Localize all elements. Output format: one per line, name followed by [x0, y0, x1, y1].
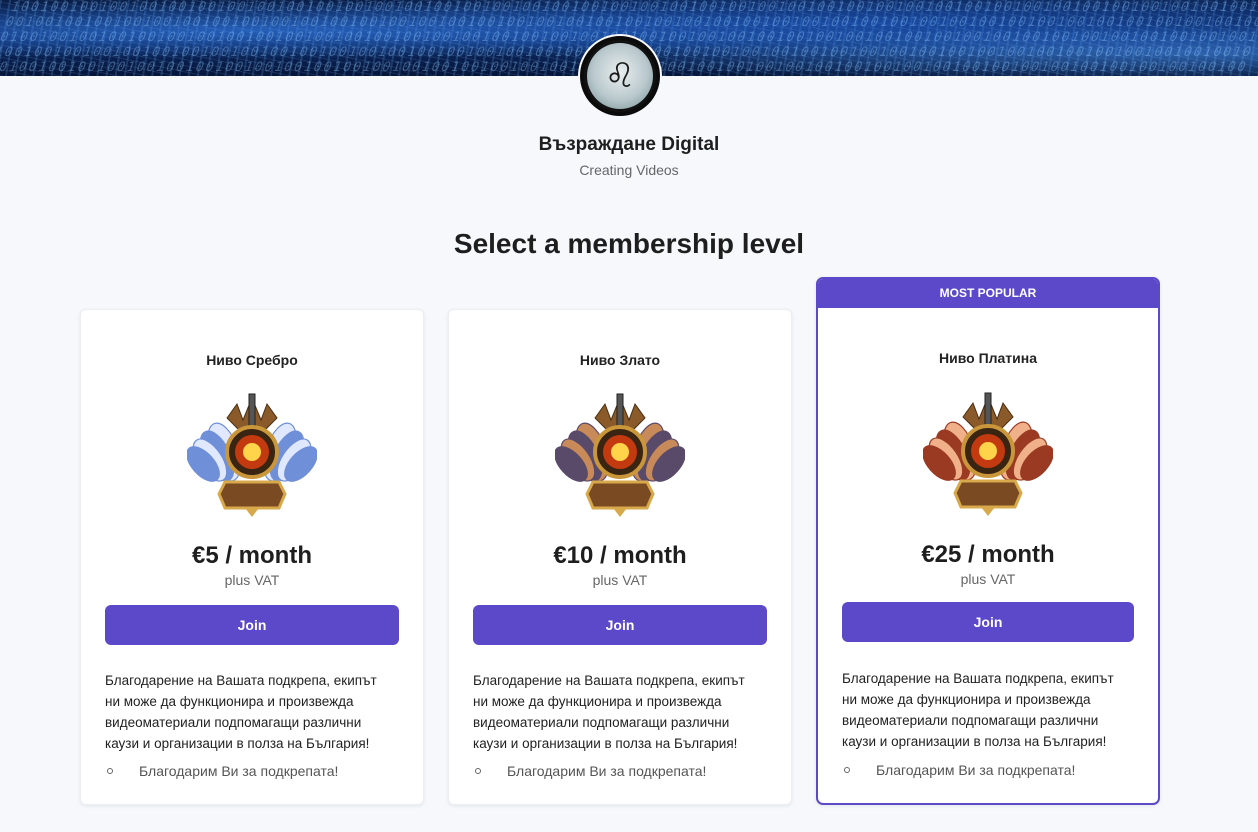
gold-rank-emblem-icon	[555, 393, 685, 517]
tier-vat-note: plus VAT	[224, 572, 280, 588]
tier-name: Ниво Сребро	[206, 352, 298, 368]
tier-description: Благодарение на Вашата подкрепа, екипът …	[842, 671, 1114, 749]
join-button[interactable]: Join	[473, 605, 767, 645]
tier-card-silver: Ниво Сребро €5 / month plus VAT Join Бла…	[80, 309, 424, 805]
tier-price: €25 / month	[921, 541, 1055, 568]
join-button[interactable]: Join	[105, 605, 399, 645]
tier-vat-note: plus VAT	[960, 571, 1016, 587]
join-button[interactable]: Join	[842, 602, 1134, 642]
lion-crest-icon: ♌	[587, 43, 653, 109]
creator-tagline: Creating Videos	[579, 162, 679, 178]
benefit-item: Благодарим Ви за подкрепата!	[105, 763, 399, 779]
benefit-text: Благодарим Ви за подкрепата!	[507, 763, 707, 779]
section-title: Select a membership level	[453, 228, 805, 259]
bullet-icon	[107, 768, 113, 774]
benefit-item: Благодарим Ви за подкрепата!	[842, 762, 1134, 778]
tier-description: Благодарение на Вашата подкрепа, екипът …	[473, 673, 745, 751]
platinum-rank-emblem-icon	[923, 392, 1053, 516]
tier-card-gold: Ниво Злато €10 / month plus VAT Join Бла…	[448, 309, 792, 805]
benefit-text: Благодарим Ви за подкрепата!	[876, 762, 1076, 778]
tier-vat-note: plus VAT	[592, 572, 648, 588]
most-popular-badge: MOST POPULAR	[818, 279, 1158, 308]
tier-price: €5 / month	[191, 542, 312, 569]
tier-price: €10 / month	[553, 542, 687, 569]
tier-name: Ниво Злато	[579, 352, 661, 368]
bullet-icon	[475, 768, 481, 774]
bullet-icon	[844, 767, 850, 773]
tier-name: Ниво Платина	[938, 350, 1038, 366]
tier-description: Благодарение на Вашата подкрепа, екипът …	[105, 673, 377, 751]
benefit-item: Благодарим Ви за подкрепата!	[473, 763, 767, 779]
silver-rank-emblem-icon	[187, 393, 317, 517]
creator-avatar[interactable]: ♌	[580, 36, 660, 116]
tier-card-platinum: MOST POPULAR Ниво Платина €25 / month pl…	[816, 277, 1160, 805]
creator-name: Възраждане Digital	[538, 134, 720, 155]
benefit-text: Благодарим Ви за подкрепата!	[139, 763, 339, 779]
